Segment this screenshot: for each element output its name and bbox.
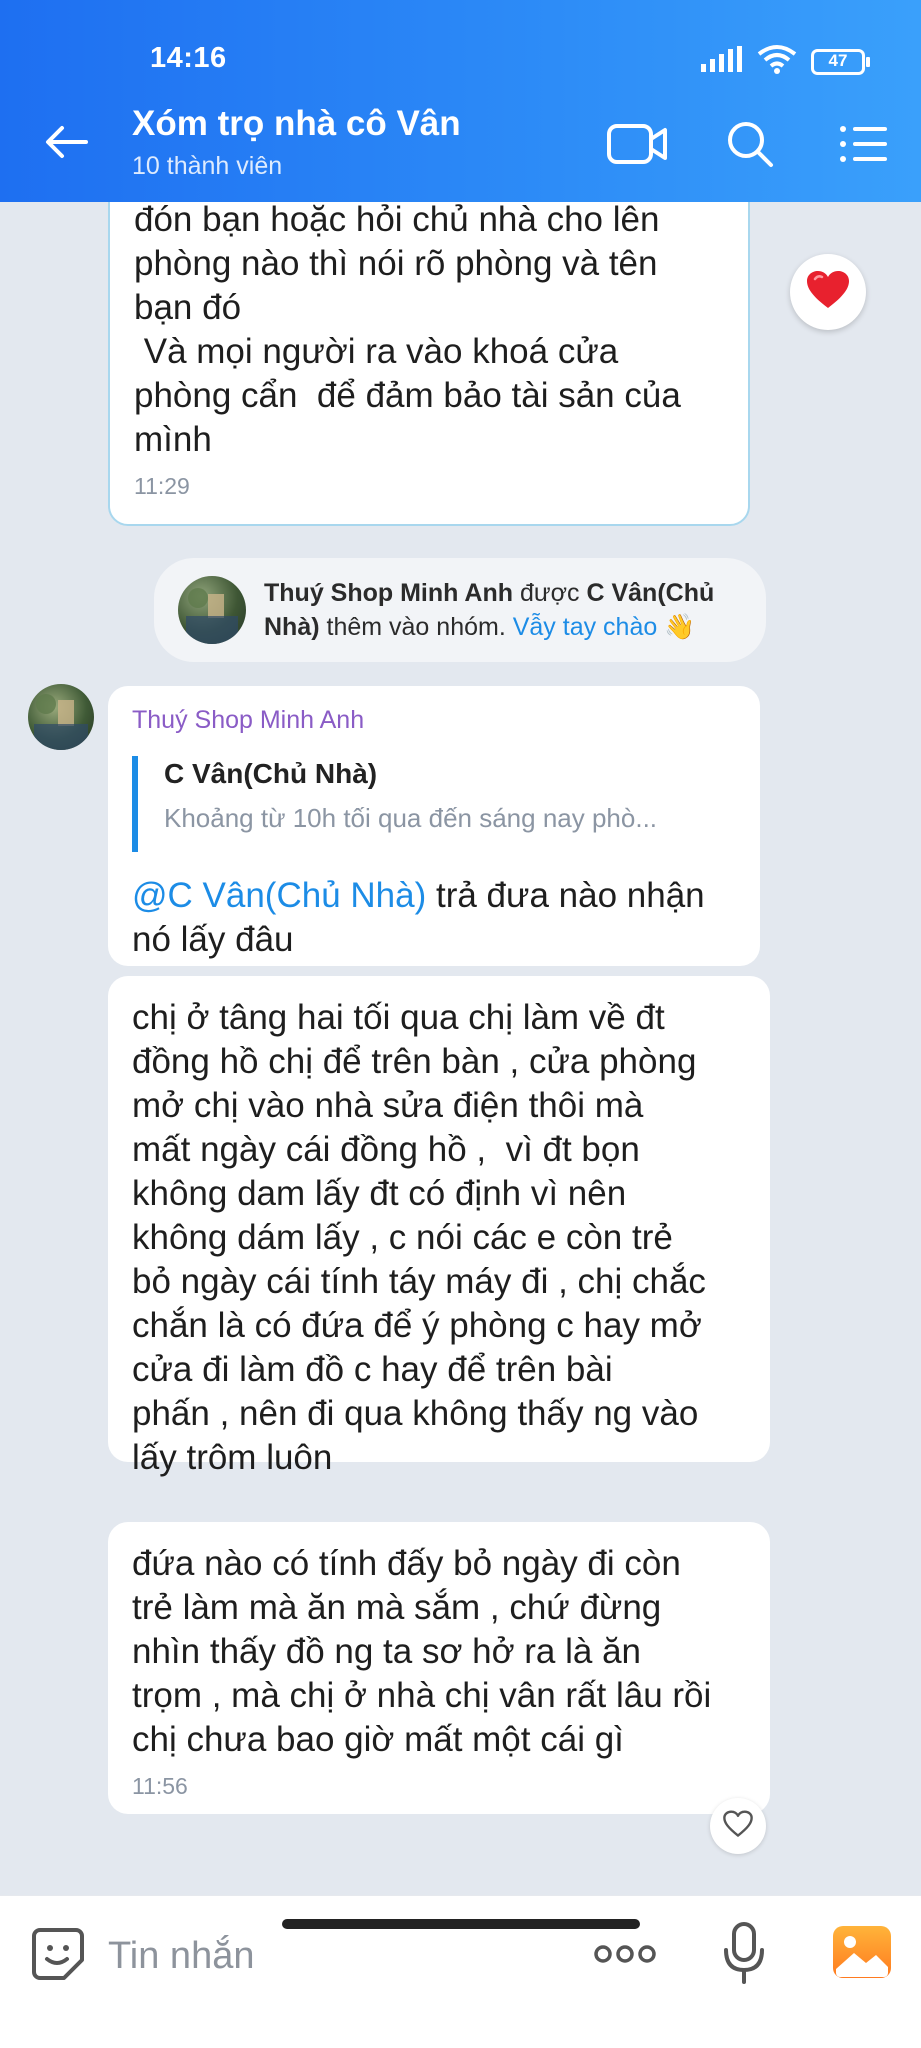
sticker-icon	[30, 1926, 86, 1987]
quoted-message[interactable]: C Vân(Chủ Nhà) Khoảng từ 10h tối qua đến…	[132, 756, 736, 852]
system-notice-text: Thuý Shop Minh Anh được C Vân(Chủ Nhà) t…	[264, 576, 766, 644]
search-icon	[726, 120, 774, 173]
more-dots-icon	[594, 1944, 656, 1969]
menu-list-icon	[839, 124, 889, 169]
back-button[interactable]	[38, 116, 94, 172]
message-text: chị ở tâng hai tối qua chị làm về đt đồn…	[132, 998, 706, 1477]
video-call-button[interactable]	[606, 116, 670, 176]
voice-button[interactable]	[716, 1920, 772, 1990]
home-indicator	[282, 1919, 640, 1929]
message-input-bar	[0, 1895, 921, 2048]
wave-link[interactable]: Vẫy tay chào	[513, 613, 658, 641]
message-time: 11:56	[132, 1773, 188, 1799]
notice-text: được	[513, 579, 587, 607]
message-bubble[interactable]: Thuý Shop Minh Anh C Vân(Chủ Nhà) Khoảng…	[108, 686, 760, 966]
wave-emoji: 👋	[664, 613, 696, 641]
sender-name[interactable]: Thuý Shop Minh Anh	[132, 704, 736, 736]
mention-link[interactable]: @C Vân(Chủ Nhà)	[132, 876, 426, 915]
heart-reaction[interactable]	[790, 254, 866, 330]
message-input[interactable]	[108, 1924, 548, 1988]
message-text: đứa nào có tính đấy bỏ ngày đi còn trẻ l…	[132, 1544, 712, 1759]
quote-author: C Vân(Chủ Nhà)	[164, 758, 378, 789]
message-time: 11:29	[134, 473, 190, 499]
chat-header: Xóm trọ nhà cô Vân 10 thành viên	[0, 90, 921, 202]
video-call-icon	[607, 122, 669, 171]
more-button[interactable]	[590, 1928, 660, 1984]
sticker-button[interactable]	[26, 1924, 90, 1988]
message-text: đón bạn hoặc hỏi chủ nhà cho lên phòng n…	[134, 202, 681, 459]
chat-title-area[interactable]: Xóm trọ nhà cô Vân 10 thành viên	[132, 104, 461, 181]
gallery-button[interactable]	[832, 1925, 892, 1984]
search-button[interactable]	[718, 116, 782, 176]
message-bubble[interactable]: đứa nào có tính đấy bỏ ngày đi còn trẻ l…	[108, 1522, 770, 1814]
top-bar: 14:16 47 Xóm trọ nhà cô Vân 10 thành viê…	[0, 0, 921, 202]
back-arrow-icon	[44, 124, 88, 165]
battery-level: 47	[828, 50, 848, 70]
chat-title: Xóm trọ nhà cô Vân	[132, 104, 461, 143]
avatar[interactable]	[178, 576, 246, 644]
heart-icon	[806, 270, 850, 315]
chat-messages[interactable]: đón bạn hoặc hỏi chủ nhà cho lên phòng n…	[0, 202, 921, 1895]
menu-button[interactable]	[832, 116, 896, 176]
message-bubble[interactable]: đón bạn hoặc hỏi chủ nhà cho lên phòng n…	[108, 202, 750, 526]
battery-icon: 47	[811, 48, 871, 75]
avatar[interactable]	[28, 684, 94, 750]
microphone-icon	[722, 1921, 766, 1989]
message-text: @C Vân(Chủ Nhà) trả đưa nào nhận nó lấy …	[132, 874, 736, 962]
status-bar: 14:16 47	[0, 0, 921, 90]
member-count: 10 thành viên	[132, 152, 283, 180]
notice-text: thêm vào nhóm.	[319, 613, 513, 641]
system-notice: Thuý Shop Minh Anh được C Vân(Chủ Nhà) t…	[154, 558, 766, 662]
gallery-icon	[832, 1925, 892, 1984]
status-icons: 47	[701, 44, 871, 79]
status-time: 14:16	[150, 42, 227, 74]
react-button[interactable]	[710, 1798, 766, 1854]
message-bubble[interactable]: chị ở tâng hai tối qua chị làm về đt đồn…	[108, 976, 770, 1477]
member-name[interactable]: Thuý Shop Minh Anh	[264, 579, 513, 607]
wifi-icon	[757, 44, 797, 79]
quote-text: Khoảng từ 10h tối qua đến sáng nay phò..…	[164, 803, 658, 833]
signal-icon	[701, 46, 743, 77]
heart-outline-icon	[723, 1810, 753, 1843]
